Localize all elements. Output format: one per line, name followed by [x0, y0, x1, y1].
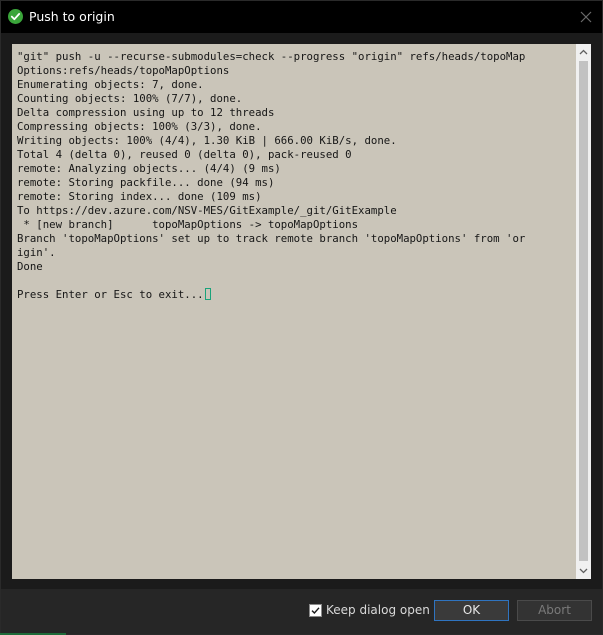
scrollbar-thumb[interactable] [579, 61, 588, 561]
keep-dialog-open-toggle[interactable]: Keep dialog open [309, 603, 430, 617]
console-line: Delta compression using up to 12 threads [17, 106, 275, 119]
title-bar: Push to origin [1, 1, 602, 33]
console-line: Branch 'topoMapOptions' set up to track … [17, 232, 526, 245]
scroll-up-button[interactable] [576, 44, 591, 61]
window-title: Push to origin [29, 9, 115, 24]
dialog-body: "git" push -u --recurse-submodules=check… [1, 33, 602, 589]
console-output[interactable]: "git" push -u --recurse-submodules=check… [12, 44, 576, 579]
console-line: To https://dev.azure.com/NSV-MES/GitExam… [17, 204, 397, 217]
console-line: remote: Storing packfile... done (94 ms) [17, 176, 275, 189]
console-line: Total 4 (delta 0), reused 0 (delta 0), p… [17, 148, 352, 161]
close-icon [580, 11, 592, 23]
console-line: Done [17, 260, 43, 273]
console-line: Enumerating objects: 7, done. [17, 78, 204, 91]
close-button[interactable] [576, 7, 596, 27]
text-caret [204, 288, 211, 300]
chevron-up-icon [579, 49, 588, 55]
push-dialog-window: Push to origin "git" push -u --recurse-s… [0, 0, 603, 635]
success-check-icon [8, 9, 23, 24]
keep-dialog-open-checkbox[interactable] [309, 603, 322, 617]
console-line: remote: Storing index... done (109 ms) [17, 190, 262, 203]
keep-dialog-open-label: Keep dialog open [326, 603, 430, 617]
console-line: "git" push -u --recurse-submodules=check… [17, 50, 526, 63]
console-line: Options:refs/heads/topoMapOptions [17, 64, 230, 77]
console-line: remote: Analyzing objects... (4/4) (9 ms… [17, 162, 281, 175]
console-line: igin'. [17, 246, 56, 259]
console-line: Press Enter or Esc to exit... [17, 288, 525, 302]
abort-button[interactable]: Abort [517, 600, 592, 621]
checkmark-icon [311, 606, 320, 614]
console-line: * [new branch] topoMapOptions -> topoMap… [17, 218, 359, 231]
console-line: Counting objects: 100% (7/7), done. [17, 92, 243, 105]
ok-button[interactable]: OK [434, 600, 509, 621]
chevron-down-icon [579, 568, 588, 574]
dialog-footer: Keep dialog open OK Abort [1, 589, 602, 634]
console-line: Compressing objects: 100% (3/3), done. [17, 120, 262, 133]
scroll-down-button[interactable] [576, 562, 591, 579]
vertical-scrollbar[interactable] [576, 44, 591, 579]
console-text: "git" push -u --recurse-submodules=check… [17, 50, 525, 302]
console-line: Writing objects: 100% (4/4), 1.30 KiB | … [17, 134, 397, 147]
